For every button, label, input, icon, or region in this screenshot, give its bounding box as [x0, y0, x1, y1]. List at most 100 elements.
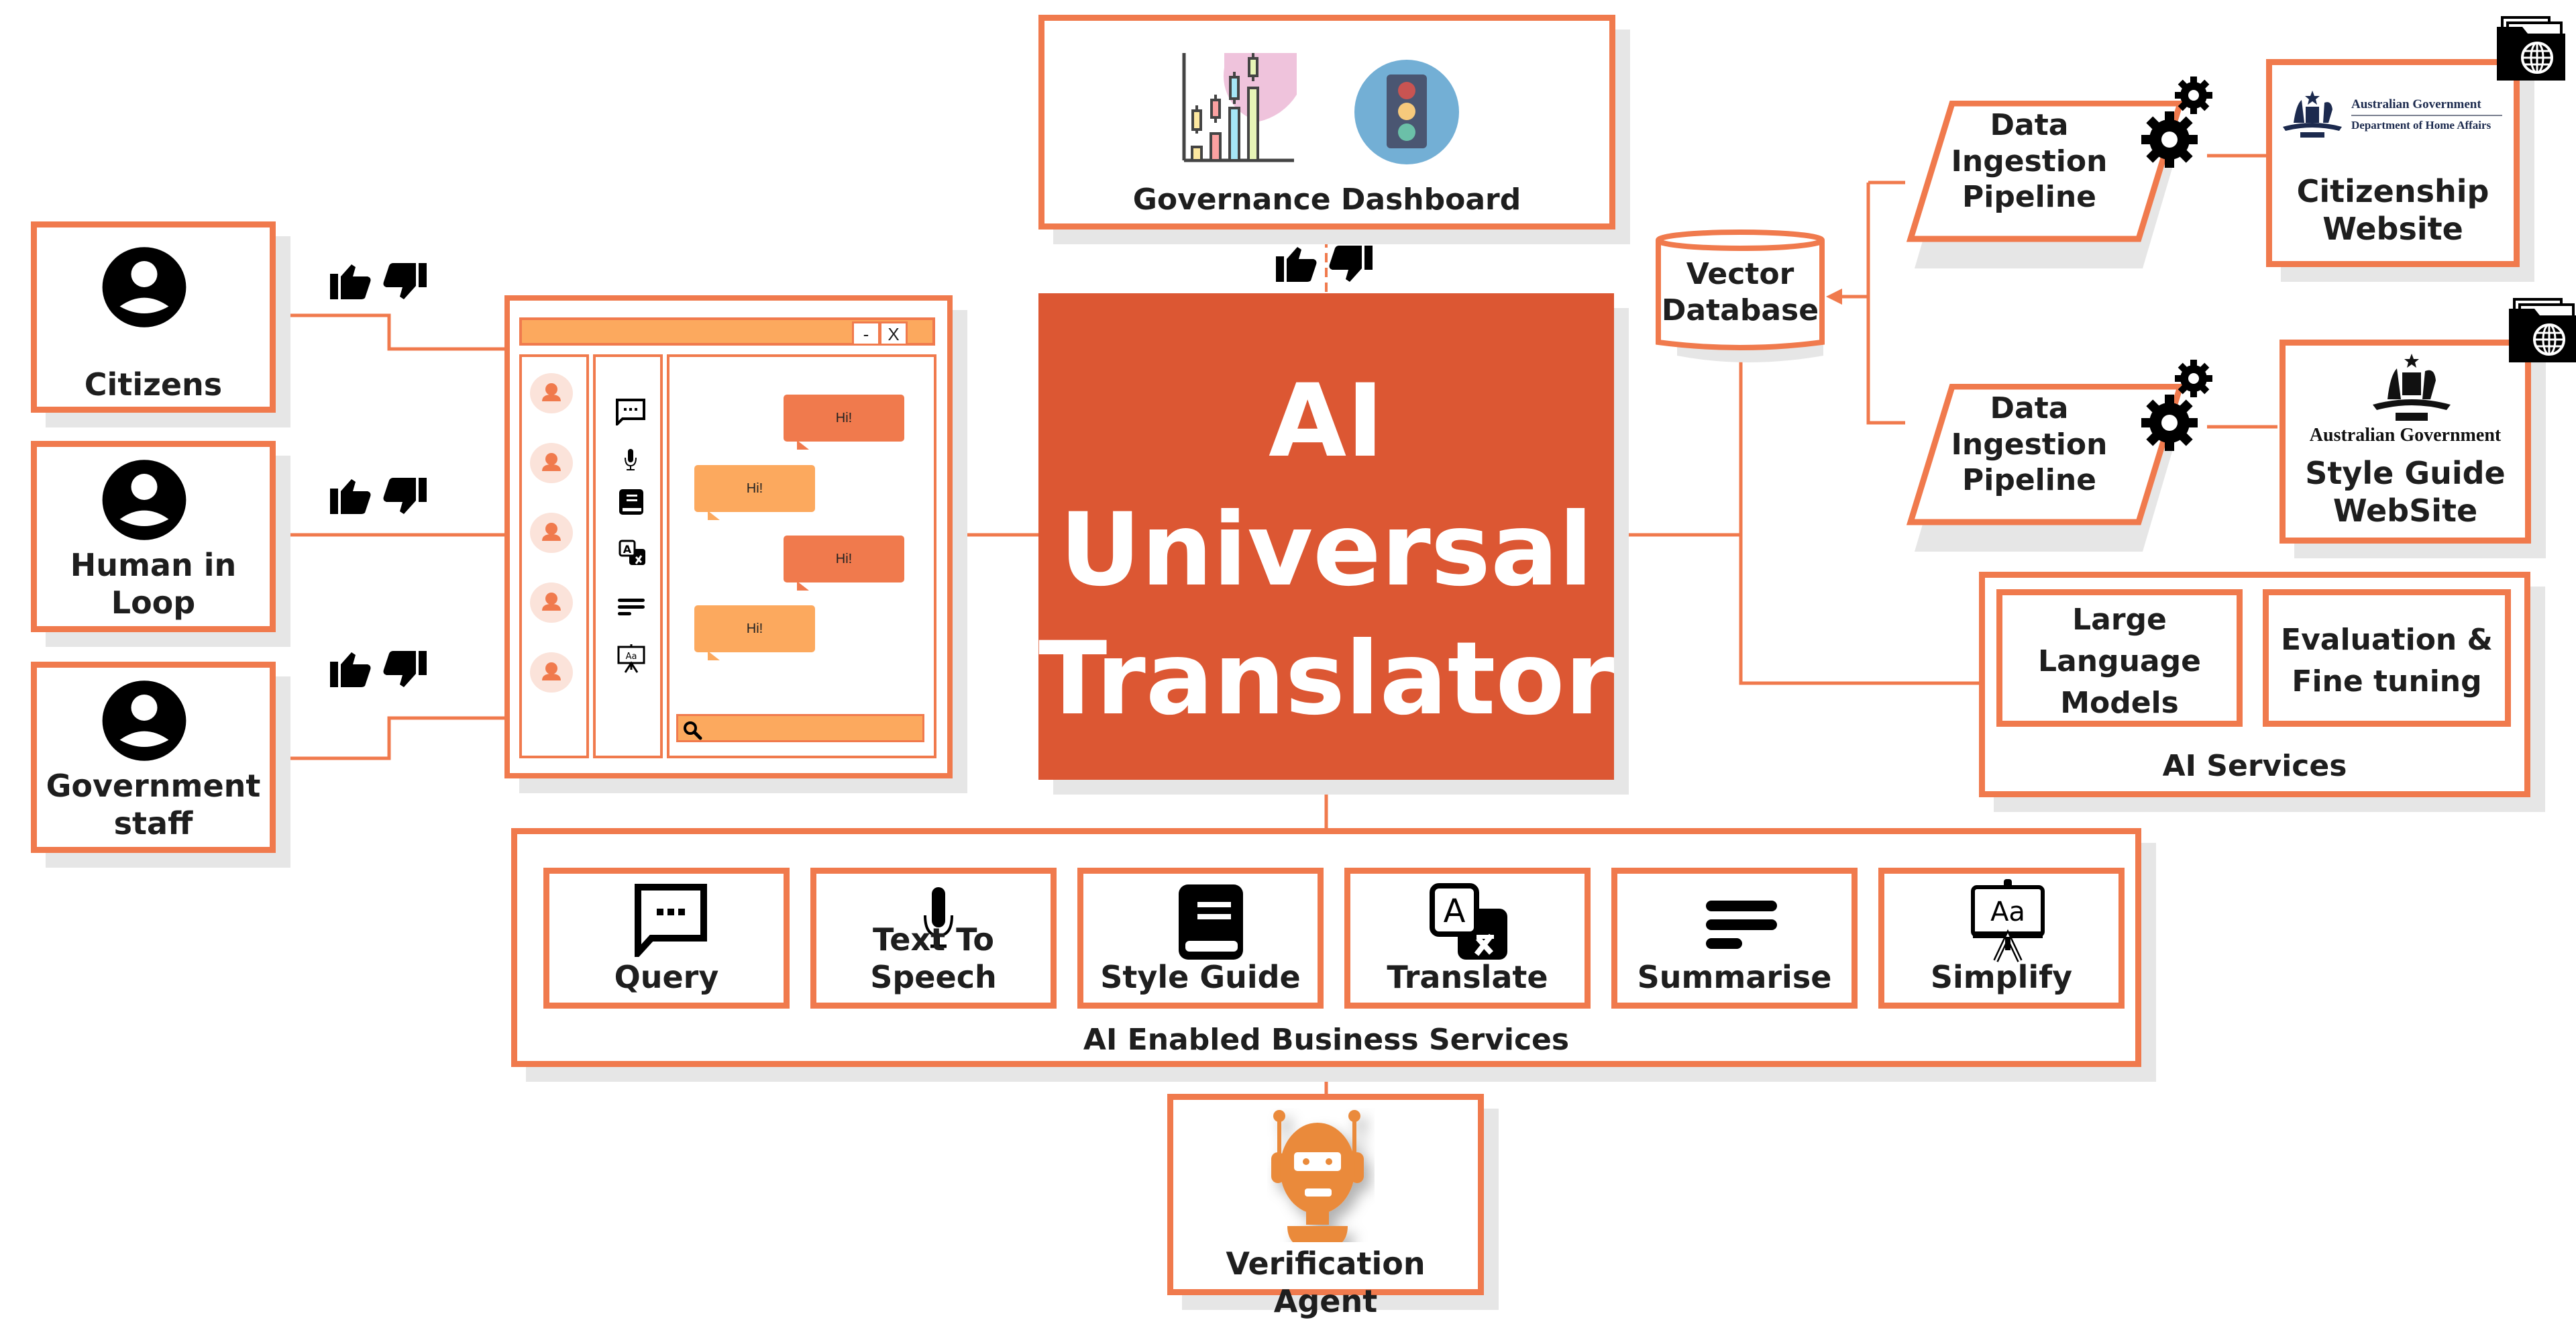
- thumbs-up-icon: [330, 264, 371, 299]
- user-label: Human in Loop: [37, 546, 270, 621]
- center-title-line1: AI: [1269, 363, 1384, 480]
- user-box-government-staff[interactable]: Government staff: [31, 662, 276, 853]
- source-label-line2: Website: [2322, 211, 2463, 248]
- user-label-line1: Government: [46, 768, 261, 804]
- pipeline-label: Data Ingestion Pipeline: [1898, 107, 2160, 215]
- svg-text:A: A: [1444, 893, 1466, 930]
- user-icon: [542, 383, 561, 401]
- svg-text:Aa: Aa: [1990, 897, 2025, 927]
- source-label: Style Guide WebSite: [2286, 454, 2525, 529]
- pipeline-label-line3: Pipeline: [1962, 180, 2096, 215]
- contact-avatar[interactable]: [530, 443, 573, 483]
- chat-icon[interactable]: [616, 399, 645, 425]
- business-service-summarise[interactable]: Summarise: [1611, 868, 1858, 1009]
- business-service-translate[interactable]: A Translate: [1344, 868, 1591, 1009]
- feedback-thumbs-government-staff[interactable]: [329, 648, 429, 698]
- thumbs-down-icon: [1329, 246, 1373, 282]
- message-search-input[interactable]: [676, 714, 924, 742]
- contact-avatar[interactable]: [530, 513, 573, 553]
- contact-avatar[interactable]: [530, 652, 573, 693]
- business-service-query[interactable]: Query: [543, 868, 790, 1009]
- summary-lines-icon[interactable]: [617, 597, 645, 617]
- summary-lines-icon: [1706, 901, 1777, 949]
- vector-database[interactable]: Vector Database: [1656, 228, 1825, 362]
- business-service-simplify[interactable]: Aa Simplify: [1878, 868, 2125, 1009]
- business-service-label: Translate: [1387, 958, 1548, 995]
- search-icon[interactable]: [682, 720, 702, 740]
- ai-service-large-language-models[interactable]: Large Language Models: [1996, 589, 2243, 727]
- vector-database-line2: Database: [1661, 293, 1819, 327]
- feedback-thumbs-governance[interactable]: [1275, 243, 1375, 293]
- ai-service-label: Large Language Models: [2002, 599, 2237, 724]
- source-style-guide-website[interactable]: Australian Government Style Guide WebSit…: [2279, 340, 2531, 544]
- robot-icon: [1271, 1110, 1364, 1242]
- user-icon: [542, 453, 561, 471]
- ai-service-evaluation-fine-tuning[interactable]: Evaluation & Fine tuning: [2263, 589, 2511, 727]
- user-label: Government staff: [37, 767, 270, 842]
- logo-divider: [2351, 115, 2502, 116]
- data-ingestion-pipeline-2[interactable]: Data Ingestion Pipeline: [1898, 360, 2212, 552]
- center-title: AI Universal Translator: [1038, 357, 1614, 744]
- governance-dashboard[interactable]: Governance Dashboard: [1038, 15, 1615, 230]
- source-logo-line1: Australian Government: [2309, 425, 2502, 446]
- business-service-label: Query: [614, 958, 719, 995]
- microphone-icon[interactable]: [623, 448, 639, 471]
- web-folder-icon: [2509, 298, 2576, 362]
- user-icon: [542, 593, 561, 611]
- thumbs-down-icon: [383, 651, 427, 687]
- chat-icon: [635, 884, 707, 957]
- pipeline-label-line1: Data: [1990, 108, 2069, 142]
- contacts-panel: [519, 354, 589, 758]
- center-title-line2: Universal: [1059, 492, 1593, 609]
- connector-government-staff: [275, 716, 506, 760]
- close-button[interactable]: X: [879, 321, 908, 346]
- message-bubble-outgoing: Hi!: [784, 395, 904, 442]
- web-folder-icon: [2497, 16, 2565, 81]
- thumbs-down-icon: [383, 263, 427, 299]
- chat-titlebar: - X: [519, 317, 935, 346]
- gears-icon: [2141, 360, 2212, 451]
- pipeline-label-line1: Data: [1990, 391, 2069, 425]
- candlestick-chart-icon: [1182, 53, 1297, 162]
- traffic-light-icon: [1354, 60, 1459, 164]
- translate-icon[interactable]: A: [619, 540, 647, 566]
- book-icon[interactable]: [619, 489, 644, 515]
- user-box-citizens[interactable]: Citizens: [31, 221, 276, 413]
- business-service-style-guide[interactable]: Style Guide: [1077, 868, 1324, 1009]
- vector-database-label: Vector Database: [1656, 256, 1825, 328]
- contact-avatar[interactable]: [530, 373, 573, 413]
- thumbs-down-icon: [383, 478, 427, 514]
- source-logo-line1: Australian Government: [2351, 97, 2481, 111]
- easel-icon[interactable]: Aa: [617, 643, 645, 674]
- ai-services[interactable]: Large Language Models Evaluation & Fine …: [1979, 572, 2530, 797]
- coat-of-arms-icon: [2283, 91, 2342, 138]
- ai-services-label: AI Services: [2162, 749, 2347, 783]
- minimize-button[interactable]: -: [852, 321, 880, 346]
- feedback-thumbs-human-in-loop[interactable]: [329, 475, 429, 525]
- messages-panel: Hi! Hi! Hi! Hi!: [667, 354, 936, 758]
- ai-enabled-business-services[interactable]: Query Text To Speech Style Guide A Trans…: [511, 828, 2141, 1067]
- user-circle-icon: [102, 247, 186, 327]
- user-icon: [542, 523, 561, 541]
- chat-window[interactable]: - X A Aa Hi! Hi! Hi! Hi!: [504, 295, 953, 778]
- business-service-label: Simplify: [1930, 958, 2073, 995]
- user-circle-icon: [102, 460, 186, 540]
- verification-agent-label: Verification Agent: [1226, 1246, 1426, 1320]
- ai-service-label-line1: Large: [2072, 603, 2167, 637]
- feedback-thumbs-citizens[interactable]: [329, 260, 429, 310]
- center-title-line3: Translator: [1038, 621, 1615, 738]
- ai-service-label: Evaluation & Fine tuning: [2269, 619, 2505, 703]
- source-citizenship-website[interactable]: Australian Government Department of Home…: [2266, 59, 2520, 267]
- data-ingestion-pipeline-1[interactable]: Data Ingestion Pipeline: [1898, 77, 2212, 268]
- verification-agent[interactable]: Verification Agent: [1167, 1094, 1484, 1319]
- contact-avatar[interactable]: [530, 582, 573, 623]
- ai-service-label-line1: Evaluation &: [2281, 623, 2493, 657]
- business-service-text-to-speech[interactable]: Text To Speech: [810, 868, 1057, 1009]
- ai-universal-translator[interactable]: AI Universal Translator: [1038, 293, 1614, 780]
- user-box-human-in-loop[interactable]: Human in Loop: [31, 441, 276, 632]
- user-circle-icon: [102, 680, 186, 761]
- source-label-line1: Citizenship: [2296, 173, 2489, 209]
- user-label-line1: Human in: [70, 547, 237, 583]
- business-service-label: Style Guide: [1100, 958, 1301, 995]
- coat-of-arms-icon: [2373, 354, 2451, 421]
